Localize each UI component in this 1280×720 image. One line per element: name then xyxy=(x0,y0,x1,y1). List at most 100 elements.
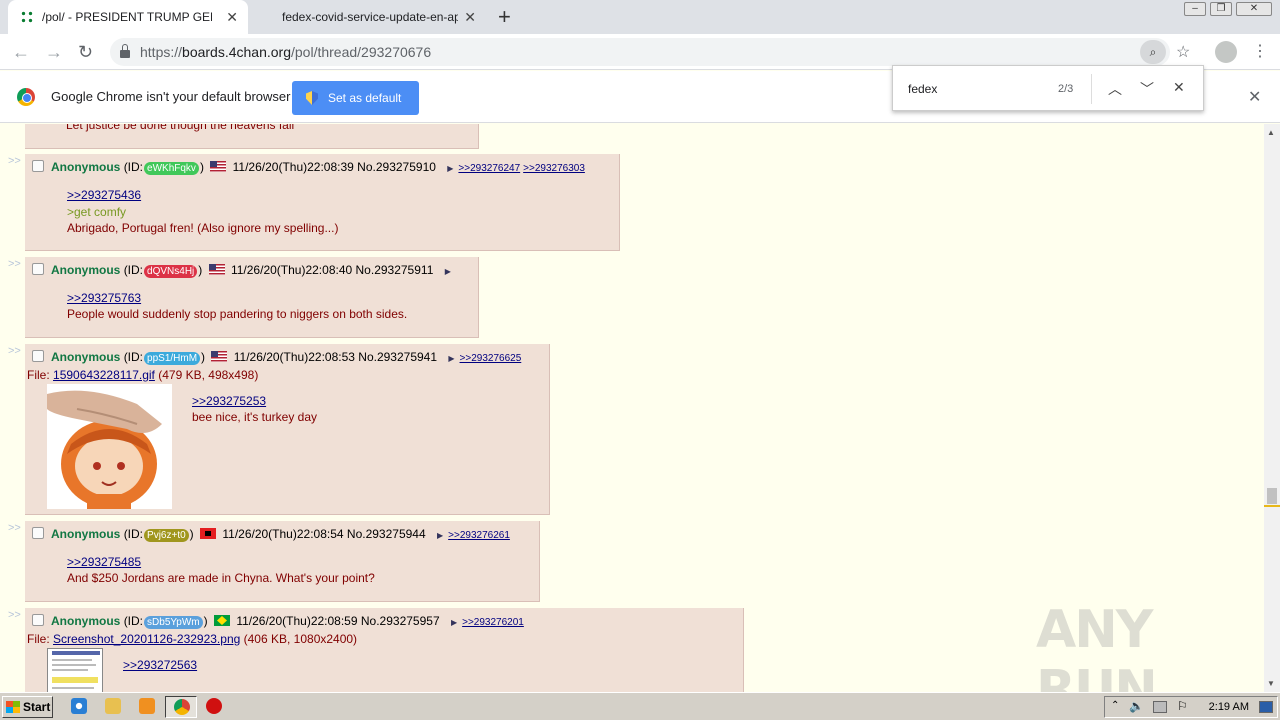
poster-id[interactable]: eWKhFqkv xyxy=(144,162,199,175)
poster-name: Anonymous xyxy=(51,527,121,541)
quote-link[interactable]: >>293275763 xyxy=(67,291,141,305)
post-text: Let justice be done though the heavens f… xyxy=(66,124,295,132)
id-suffix: ) xyxy=(201,350,206,364)
post-menu-icon[interactable]: ▶ xyxy=(448,354,454,363)
action-center-flag-icon[interactable]: ⚐ xyxy=(1177,699,1188,713)
poster-id[interactable]: dQVNs4Hj xyxy=(144,265,198,278)
scroll-up-icon[interactable]: ▲ xyxy=(1267,128,1275,137)
post-arrow: >> xyxy=(8,609,21,621)
tab-fedex[interactable]: fedex-covid-service-update-en-apac ✕ xyxy=(254,0,486,34)
bookmark-star-icon[interactable]: ☆ xyxy=(1176,42,1190,62)
poster-name: Anonymous xyxy=(51,263,121,277)
backlink[interactable]: >>293276303 xyxy=(523,163,585,174)
find-next-icon[interactable]: ﹀ xyxy=(1140,79,1154,99)
scroll-down-icon[interactable]: ▼ xyxy=(1267,679,1275,688)
new-tab-icon[interactable]: + xyxy=(498,4,511,30)
post-293275944: Anonymous (ID: Pvj6z+t0) 11/26/20(Thu)22:… xyxy=(25,521,540,602)
post-checkbox[interactable] xyxy=(32,527,44,539)
page-scrollbar[interactable]: ▲ ▼ xyxy=(1264,124,1280,692)
post-number[interactable]: No.293275957 xyxy=(361,614,440,628)
post-menu-icon[interactable]: ▶ xyxy=(445,267,451,276)
id-prefix: (ID: xyxy=(123,160,144,174)
quote-link[interactable]: >>293275253 xyxy=(192,394,266,408)
internet-explorer-icon[interactable] xyxy=(71,698,87,714)
post-checkbox[interactable] xyxy=(32,160,44,172)
poster-id[interactable]: Pvj6z+t0 xyxy=(144,529,189,542)
tray-expand-icon[interactable]: ⌃ xyxy=(1111,700,1119,711)
post-menu-icon[interactable]: ▶ xyxy=(437,531,443,540)
post-datetime: 11/26/20(Thu)22:08:40 xyxy=(230,263,353,277)
poster-id[interactable]: ppS1/HmM xyxy=(144,352,201,365)
post-293275910: Anonymous (ID: eWKhFqkv) 11/26/20(Thu)22:… xyxy=(25,154,620,251)
post-arrow: >> xyxy=(8,258,21,270)
post-text: Abrigado, Portugal fren! (Also ignore my… xyxy=(67,221,339,235)
find-match-count: 2/3 xyxy=(1058,83,1074,95)
post-checkbox[interactable] xyxy=(32,263,44,275)
post-arrow: >> xyxy=(8,522,21,534)
tab-pol[interactable]: /pol/ - PRESIDENT TRUMP GENERAL ✕ xyxy=(8,0,248,34)
minimize-icon[interactable]: – xyxy=(1184,2,1206,16)
backlink[interactable]: >>293276201 xyxy=(462,617,524,628)
post-checkbox[interactable] xyxy=(32,350,44,362)
back-icon[interactable]: ← xyxy=(12,42,30,63)
close-window-icon[interactable]: ✕ xyxy=(1236,2,1272,16)
restore-icon[interactable]: ❐ xyxy=(1210,2,1232,16)
find-close-icon[interactable]: ✕ xyxy=(1173,79,1185,96)
post-checkbox[interactable] xyxy=(32,614,44,626)
file-label: File: xyxy=(27,632,50,646)
volume-icon[interactable]: 🔈 xyxy=(1129,699,1144,713)
start-button[interactable]: Start xyxy=(2,696,53,718)
taskbar-clock[interactable]: 2:19 AM xyxy=(1209,701,1249,713)
screenshot-thumbnail[interactable] xyxy=(47,648,103,692)
albania-flag-icon xyxy=(200,528,217,539)
menu-kebab-icon[interactable]: ⋮ xyxy=(1252,41,1268,61)
find-previous-icon[interactable]: ︿ xyxy=(1108,79,1122,99)
forward-icon[interactable]: → xyxy=(45,42,63,63)
uac-shield-icon xyxy=(306,91,318,105)
post-menu-icon[interactable]: ▶ xyxy=(447,164,453,173)
address-bar[interactable]: https://boards.4chan.org/pol/thread/2932… xyxy=(110,38,1170,66)
file-info: File: 1590643228117.gif (479 KB, 498x498… xyxy=(27,368,258,382)
find-divider xyxy=(1091,74,1092,104)
backlink[interactable]: >>293276247 xyxy=(458,163,520,174)
quote-link[interactable]: >>293272563 xyxy=(123,658,197,672)
us-flag-icon xyxy=(208,264,225,275)
file-link[interactable]: Screenshot_20201126-232923.png xyxy=(53,632,240,646)
system-tray: ⌃ 🔈 ⚐ 2:19 AM xyxy=(1104,696,1278,718)
chrome-taskbar-icon[interactable] xyxy=(165,696,197,718)
post-number[interactable]: No.293275911 xyxy=(356,263,434,277)
post-293275941: Anonymous (ID: ppS1/HmM) 11/26/20(Thu)22:… xyxy=(25,344,550,515)
post-datetime: 11/26/20(Thu)22:08:54 xyxy=(222,527,344,541)
post-menu-icon[interactable]: ▶ xyxy=(451,618,457,627)
post-number[interactable]: No.293275910 xyxy=(357,160,436,174)
phone-screenshot-image xyxy=(48,649,102,692)
find-in-page-icon[interactable]: ⌕ xyxy=(1140,40,1166,64)
backlink[interactable]: >>293276261 xyxy=(448,530,510,541)
brazil-flag-icon xyxy=(213,615,230,626)
backlink[interactable]: >>293276625 xyxy=(460,353,522,364)
profile-avatar-icon[interactable] xyxy=(1215,41,1237,63)
quote-link[interactable]: >>293275485 xyxy=(67,555,141,569)
stop-app-icon[interactable] xyxy=(206,698,222,714)
media-player-icon[interactable] xyxy=(139,698,155,714)
post-number[interactable]: No.293275944 xyxy=(347,527,426,541)
tab-close-icon[interactable]: ✕ xyxy=(464,9,476,26)
reload-icon[interactable]: ↻ xyxy=(78,42,93,63)
scroll-thumb[interactable] xyxy=(1267,488,1277,504)
quote-link[interactable]: >>293275436 xyxy=(67,188,141,202)
file-details: (406 KB, 1080x2400) xyxy=(243,632,358,646)
tab-title: /pol/ - PRESIDENT TRUMP GENERAL xyxy=(42,10,212,24)
post-image-thumbnail[interactable] xyxy=(47,384,172,509)
show-desktop-icon[interactable] xyxy=(1259,701,1273,713)
file-explorer-icon[interactable] xyxy=(105,698,121,714)
set-as-default-button[interactable]: Set as default xyxy=(292,81,419,115)
infobar-close-icon[interactable]: ✕ xyxy=(1248,87,1261,107)
network-icon[interactable] xyxy=(1153,701,1167,713)
post-header: Anonymous (ID: dQVNs4Hj) 11/26/20(Thu)22:… xyxy=(51,263,456,278)
file-info: File: Screenshot_20201126-232923.png (40… xyxy=(27,632,357,646)
tab-close-icon[interactable]: ✕ xyxy=(226,9,238,26)
find-input[interactable] xyxy=(908,82,1038,96)
post-number[interactable]: No.293275941 xyxy=(358,350,437,364)
file-link[interactable]: 1590643228117.gif xyxy=(53,368,155,382)
poster-id[interactable]: sDb5YpWm xyxy=(144,616,203,629)
